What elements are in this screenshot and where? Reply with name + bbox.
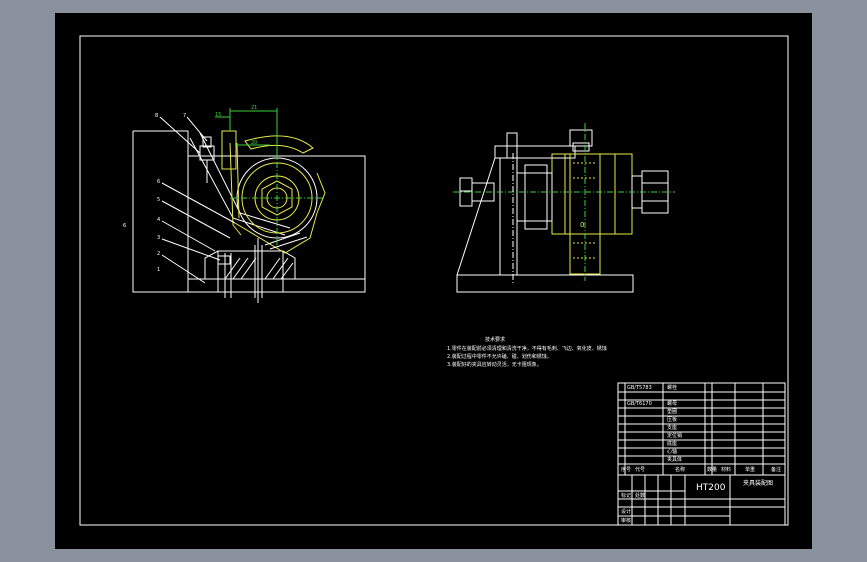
svg-text:夹具体: 夹具体 (667, 456, 682, 463)
notes-line-2: 2.装配过程中零件不允许磕、碰、划伤和锈蚀， (447, 353, 552, 360)
title-block: GB/T5783 螺栓 GB/T6170 螺母 垫圈压板 支座定位销 底座心轴 夹具… (617, 382, 786, 526)
svg-text:GB/T6170: GB/T6170 (627, 401, 652, 407)
svg-text:压板: 压板 (667, 416, 677, 423)
svg-text:备注: 备注 (771, 466, 781, 473)
svg-text:支座: 支座 (667, 424, 677, 431)
drawing-name: 夹具装配图 (743, 479, 773, 487)
drawing-sheet: 21 15 20 8 7 6 5 4 3 2 1 6 0 技术要求 1.零件在装… (55, 13, 812, 549)
svg-text:处数: 处数 (635, 492, 645, 499)
notes-title: 技术要求 (485, 336, 505, 343)
svg-text:序号: 序号 (621, 466, 631, 473)
balloon-4: 4 (157, 217, 160, 223)
balloon-8: 8 (155, 113, 158, 119)
dim-small-2: 20 (251, 140, 257, 146)
balloon-3: 3 (157, 235, 160, 241)
svg-text:底座: 底座 (667, 440, 677, 447)
svg-text:材料: 材料 (721, 466, 731, 473)
balloon-7: 7 (183, 113, 186, 119)
balloon-1: 1 (157, 267, 160, 273)
cad-drawing: 21 15 20 8 7 6 5 4 3 2 1 6 0 技术要求 1.零件在装… (79, 35, 789, 526)
svg-text:标记: 标记 (621, 492, 631, 499)
svg-text:垫圈: 垫圈 (667, 408, 677, 415)
dim-small-1: 15 (215, 112, 221, 118)
technical-notes: 技术要求 1.零件在装配前必须清理和清洗干净，不得有毛刺、飞边、氧化皮、锈蚀 2… (447, 336, 607, 368)
notes-line-1: 1.零件在装配前必须清理和清洗干净，不得有毛刺、飞边、氧化皮、锈蚀 (447, 345, 607, 352)
front-view: 21 15 20 8 7 6 5 4 3 2 1 6 (123, 105, 366, 303)
side-view: 0 (453, 123, 675, 293)
side-center-mark: 0 (580, 221, 584, 229)
balloon-2: 2 (157, 251, 160, 257)
svg-text:数量: 数量 (707, 466, 717, 473)
svg-text:定位销: 定位销 (667, 432, 682, 439)
svg-text:设计: 设计 (621, 508, 631, 515)
left-mark: 6 (123, 223, 126, 229)
svg-text:螺栓: 螺栓 (667, 384, 677, 391)
svg-text:单重: 单重 (745, 466, 755, 473)
notes-line-3: 3.装配好的夹具应转动灵活，无卡阻现象。 (447, 361, 542, 368)
svg-text:审核: 审核 (621, 517, 631, 524)
drawing-frame (79, 35, 789, 526)
balloon-6: 6 (157, 179, 160, 185)
svg-text:名称: 名称 (675, 466, 685, 473)
svg-text:螺母: 螺母 (667, 400, 677, 407)
material-label: HT200 (696, 483, 726, 493)
svg-text:代号: 代号 (635, 466, 645, 473)
svg-text:心轴: 心轴 (667, 448, 677, 455)
balloon-5: 5 (157, 197, 160, 203)
svg-text:GB/T5783: GB/T5783 (627, 385, 652, 391)
dim-top: 21 (251, 105, 257, 111)
